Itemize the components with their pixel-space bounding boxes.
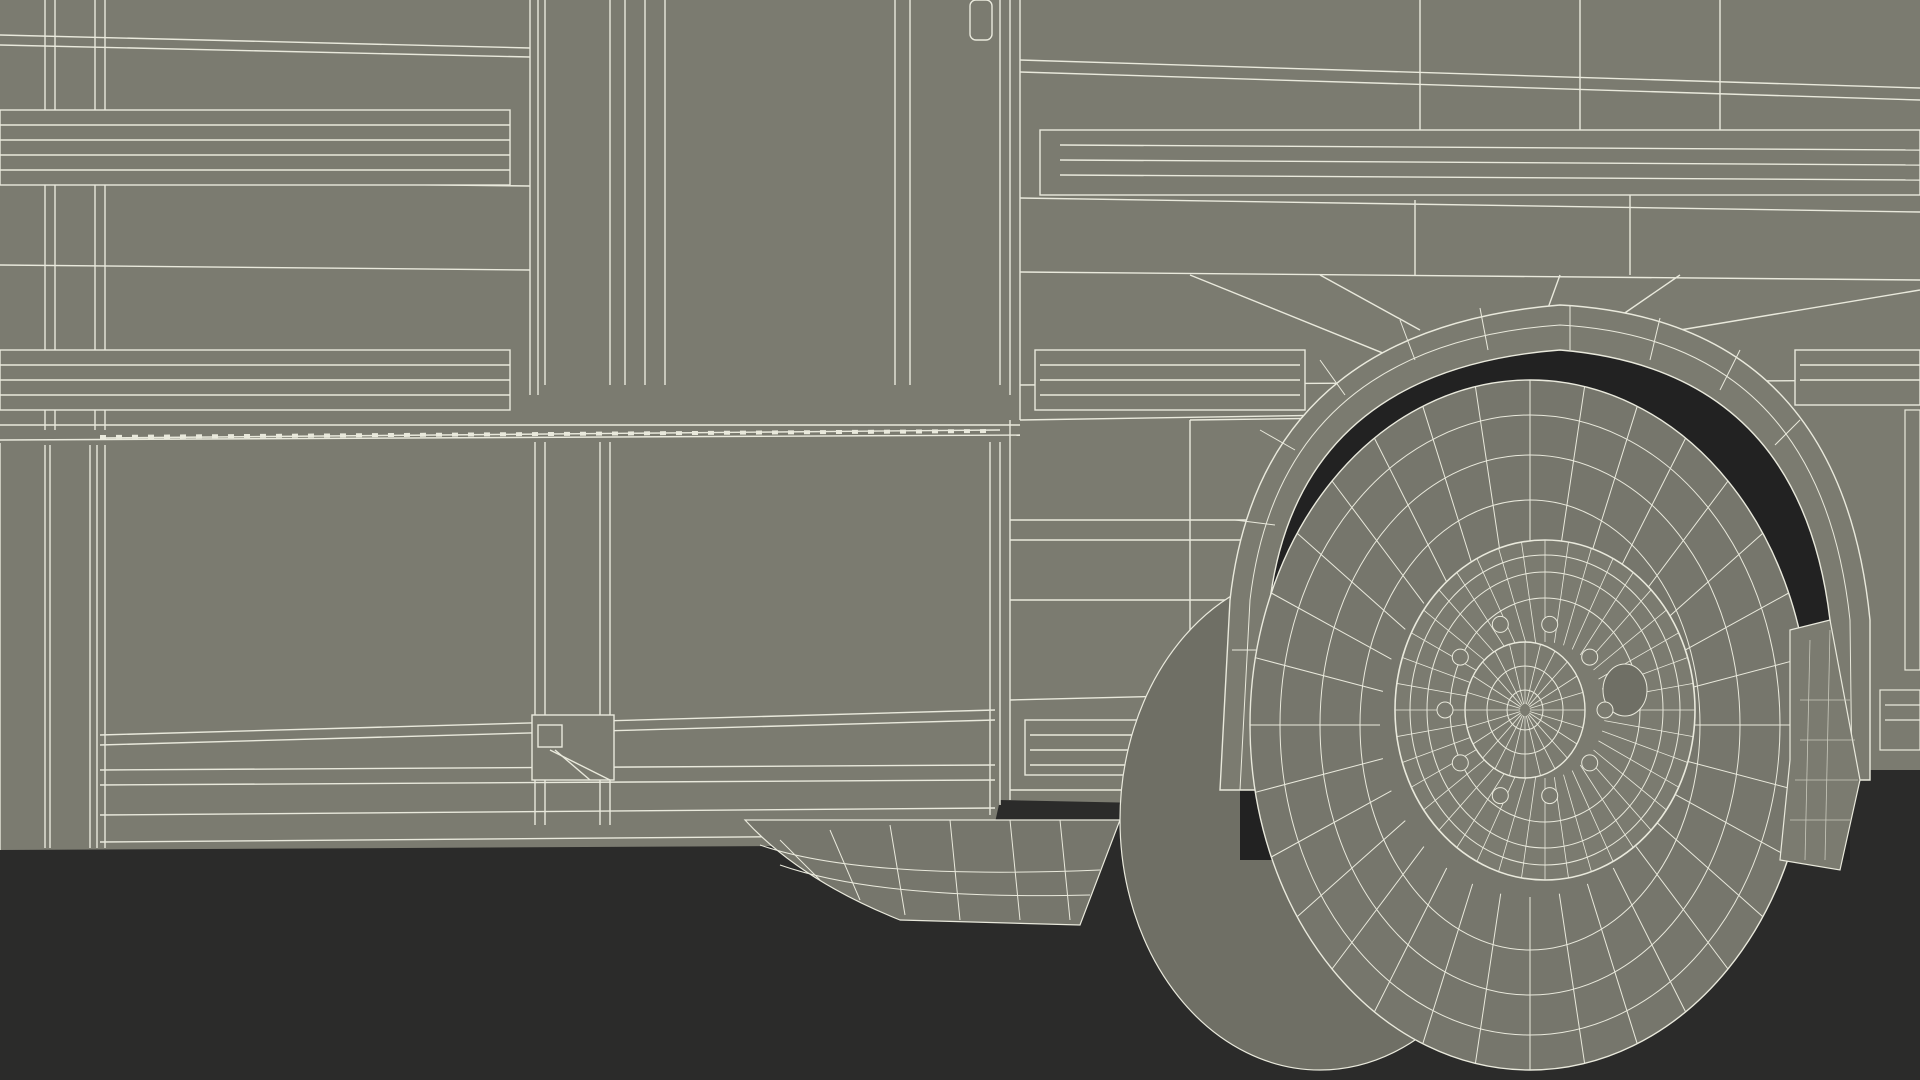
lug-nut — [1596, 701, 1614, 719]
lug-nut — [1436, 701, 1454, 719]
lug-nut — [1581, 754, 1599, 772]
lug-nut — [1451, 648, 1469, 666]
lug-nut — [1541, 615, 1559, 633]
lug-nut — [1451, 754, 1469, 772]
wireframe-render-scene — [0, 0, 1920, 1080]
lug-nut — [1581, 648, 1599, 666]
latch-plate — [531, 714, 615, 781]
lug-nut — [1491, 615, 1509, 633]
lug-nut — [1491, 787, 1509, 805]
top-handle — [969, 0, 993, 41]
lug-nut — [1541, 787, 1559, 805]
wireframe-render — [0, 0, 1920, 1080]
